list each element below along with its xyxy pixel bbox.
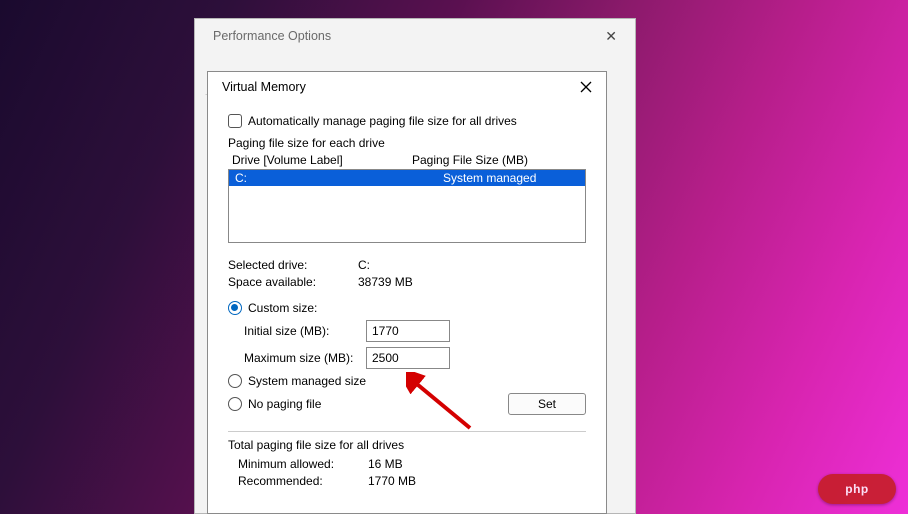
maximum-size-label: Maximum size (MB): [244, 351, 356, 365]
performance-options-title: Performance Options [213, 29, 331, 43]
drive-info: Selected drive: C: Space available: 3873… [228, 257, 586, 291]
totals-title: Total paging file size for all drives [228, 438, 586, 452]
drive-header-col-drive: Drive [Volume Label] [232, 153, 412, 167]
maximum-size-row: Maximum size (MB): [244, 347, 586, 369]
close-icon[interactable] [576, 77, 596, 97]
drive-list[interactable]: C: System managed [228, 169, 586, 243]
auto-manage-row[interactable]: Automatically manage paging file size fo… [228, 114, 586, 128]
paging-file-size-group-label: Paging file size for each drive [228, 136, 586, 150]
auto-manage-checkbox[interactable] [228, 114, 242, 128]
watermark-text: php [845, 482, 869, 496]
custom-size-label: Custom size: [248, 301, 317, 315]
recommended-label: Recommended: [238, 473, 368, 490]
initial-size-input[interactable] [366, 320, 450, 342]
watermark-badge: php [818, 474, 896, 504]
virtual-memory-window: Virtual Memory Automatically manage pagi… [207, 71, 607, 514]
recommended-value: 1770 MB [368, 473, 416, 490]
virtual-memory-body: Automatically manage paging file size fo… [208, 102, 606, 500]
close-icon[interactable]: ✕ [599, 26, 623, 47]
custom-size-option[interactable]: Custom size: [228, 301, 586, 315]
min-allowed-value: 16 MB [368, 456, 403, 473]
set-button[interactable]: Set [508, 393, 586, 415]
selected-drive-label: Selected drive: [228, 257, 358, 274]
drive-size: System managed [443, 171, 536, 185]
drive-list-header: Drive [Volume Label] Paging File Size (M… [228, 152, 586, 168]
min-allowed-label: Minimum allowed: [238, 456, 368, 473]
drive-label: C: [235, 171, 443, 185]
no-paging-option[interactable]: No paging file [228, 397, 321, 411]
space-available-label: Space available: [228, 274, 358, 291]
maximum-size-input[interactable] [366, 347, 450, 369]
initial-size-label: Initial size (MB): [244, 324, 356, 338]
no-paging-label: No paging file [248, 397, 321, 411]
custom-size-radio[interactable] [228, 301, 242, 315]
auto-manage-label: Automatically manage paging file size fo… [248, 114, 517, 128]
virtual-memory-title: Virtual Memory [222, 80, 306, 94]
system-managed-option[interactable]: System managed size [228, 374, 586, 388]
totals-section: Total paging file size for all drives Mi… [228, 438, 586, 490]
system-managed-label: System managed size [248, 374, 366, 388]
space-available-value: 38739 MB [358, 274, 413, 291]
no-paging-radio[interactable] [228, 397, 242, 411]
virtual-memory-titlebar: Virtual Memory [208, 72, 606, 102]
divider [228, 431, 586, 432]
system-managed-radio[interactable] [228, 374, 242, 388]
initial-size-row: Initial size (MB): [244, 320, 586, 342]
drive-row[interactable]: C: System managed [229, 170, 585, 186]
selected-drive-value: C: [358, 257, 370, 274]
drive-header-col-size: Paging File Size (MB) [412, 153, 528, 167]
performance-options-titlebar: Performance Options ✕ [195, 19, 635, 53]
no-paging-row: No paging file Set [228, 393, 586, 415]
size-options: Custom size: Initial size (MB): Maximum … [228, 301, 586, 415]
